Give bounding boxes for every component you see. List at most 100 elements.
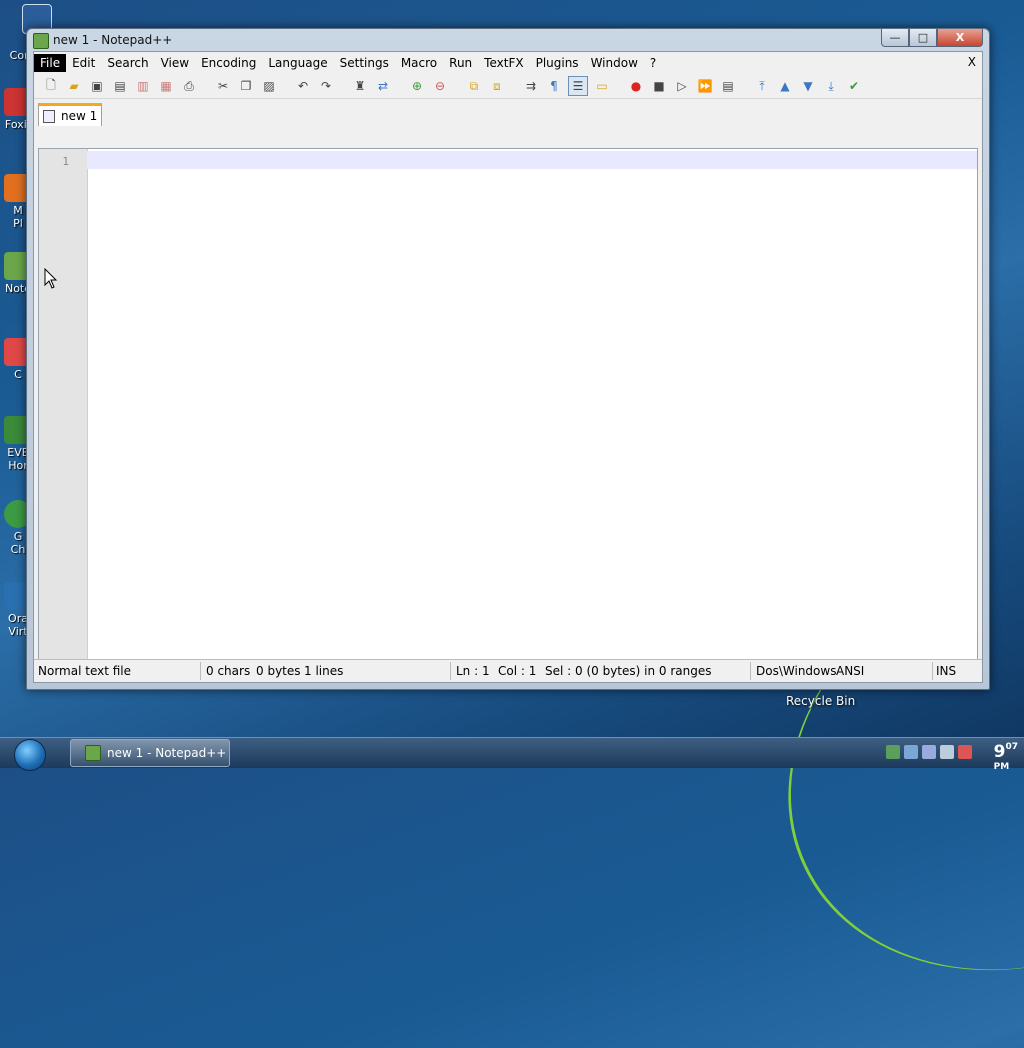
shield-icon[interactable] (958, 745, 972, 759)
sync-vertical-icon[interactable]: ⧉ (465, 77, 483, 95)
clock-minute: 07 (1005, 742, 1018, 752)
mouse-pointer-icon (44, 268, 58, 289)
toolbar-separator (616, 77, 622, 95)
line-number: 1 (62, 155, 69, 168)
indent-guide-icon[interactable]: ☰ (568, 76, 588, 96)
close-document-button[interactable]: X (968, 55, 976, 69)
find-icon[interactable]: ♜ (351, 77, 369, 95)
down-icon[interactable]: ▼ (799, 77, 817, 95)
status-bar: Normal text file 0 chars 0 bytes 1 lines… (34, 659, 982, 682)
status-eol: Dos\Windows (756, 664, 837, 678)
status-line: Ln : 1 (456, 664, 490, 678)
minimize-button[interactable]: — (881, 29, 909, 47)
copy-icon[interactable]: ❐ (237, 77, 255, 95)
record-macro-icon[interactable]: ● (627, 77, 645, 95)
menu-plugins[interactable]: Plugins (530, 54, 585, 72)
text-editor[interactable]: 1 (38, 148, 978, 670)
start-button[interactable] (14, 739, 46, 771)
menu-window[interactable]: Window (585, 54, 644, 72)
menu-file[interactable]: File (34, 54, 67, 72)
stop-record-icon[interactable]: ■ (650, 77, 668, 95)
notepad-plus-icon (85, 745, 101, 761)
save-macro-icon[interactable]: ▤ (719, 77, 737, 95)
status-mode: INS (936, 664, 957, 678)
status-file-type: Normal text file (38, 664, 132, 678)
window-controls: — □ X (881, 29, 983, 47)
top-icon[interactable]: ⤒ (753, 77, 771, 95)
clock-hour: 9 (993, 742, 1006, 762)
status-bytes: 0 bytes (256, 664, 301, 678)
clock[interactable]: 907 PM (994, 742, 1018, 782)
word-wrap-icon[interactable]: ⇉ (522, 77, 540, 95)
paste-icon[interactable]: ▨ (260, 77, 278, 95)
notepad-plus-icon[interactable] (33, 33, 49, 49)
menu-view[interactable]: View (155, 54, 195, 72)
toolbar-separator (511, 77, 517, 95)
menu-settings[interactable]: Settings (334, 54, 395, 72)
up-icon[interactable]: ▲ (776, 77, 794, 95)
status-lines: 1 lines (304, 664, 344, 678)
cut-icon[interactable]: ✂ (214, 77, 232, 95)
system-tray (882, 745, 972, 759)
spellcheck-icon[interactable]: ✔ (845, 77, 863, 95)
window-title: new 1 - Notepad++ (53, 33, 173, 47)
status-separator (450, 662, 451, 680)
toolbar-separator (203, 77, 209, 95)
save-icon[interactable]: ▣ (88, 77, 106, 95)
zoom-out-icon[interactable]: ⊖ (431, 77, 449, 95)
keyboard-icon[interactable] (940, 745, 954, 759)
menu-encoding[interactable]: Encoding (195, 54, 262, 72)
status-separator (932, 662, 933, 680)
menu-textfx[interactable]: TextFX (478, 54, 529, 72)
line-number-gutter: 1 (39, 149, 88, 669)
taskbar-item-label: new 1 - Notepad++ (107, 746, 227, 760)
menu-language[interactable]: Language (262, 54, 333, 72)
notepad-window: new 1 - Notepad++ — □ X File Edit Search… (26, 28, 990, 690)
monitor-icon[interactable] (904, 745, 918, 759)
toolbar: 🗋 ▰ ▣ ▤ ▥ ▦ ⎙ ✂ ❐ ▨ ↶ ↷ ♜ ⇄ ⊕ ⊖ ⧉ ⧈ ⇉ ¶ (34, 74, 982, 99)
tab-new-1[interactable]: new 1 (38, 103, 102, 126)
tab-label: new 1 (61, 109, 98, 123)
open-file-icon[interactable]: ▰ (65, 77, 83, 95)
redo-icon[interactable]: ↷ (317, 77, 335, 95)
new-file-icon[interactable]: 🗋 (42, 77, 60, 95)
undo-icon[interactable]: ↶ (294, 77, 312, 95)
close-button[interactable]: X (937, 29, 983, 47)
network-icon[interactable] (886, 745, 900, 759)
toolbar-separator (454, 77, 460, 95)
play-macro-icon[interactable]: ▷ (673, 77, 691, 95)
menu-run[interactable]: Run (443, 54, 478, 72)
menu-search[interactable]: Search (101, 54, 154, 72)
toolbar-separator (340, 77, 346, 95)
taskbar: new 1 - Notepad++ 907 PM (0, 737, 1024, 772)
close-all-icon[interactable]: ▦ (157, 77, 175, 95)
close-file-icon[interactable]: ▥ (134, 77, 152, 95)
toolbar-separator (742, 77, 748, 95)
doc-map-icon[interactable]: ▭ (593, 77, 611, 95)
run-macro-multiple-icon[interactable]: ⏩ (696, 77, 714, 95)
save-all-icon[interactable]: ▤ (111, 77, 129, 95)
status-col: Col : 1 (498, 664, 537, 678)
status-selection: Sel : 0 (0 bytes) in 0 ranges (545, 664, 712, 678)
show-all-chars-icon[interactable]: ¶ (545, 77, 563, 95)
current-line-highlight (87, 151, 977, 169)
status-chars: 0 chars (206, 664, 251, 678)
title-bar[interactable]: new 1 - Notepad++ — □ X (27, 29, 989, 51)
menu-edit[interactable]: Edit (66, 54, 101, 72)
clock-ampm: PM (993, 762, 1010, 772)
menu-help[interactable]: ? (644, 54, 662, 72)
bottom-icon[interactable]: ⤓ (822, 77, 840, 95)
maximize-button[interactable]: □ (909, 29, 937, 47)
taskbar-item-notepad[interactable]: new 1 - Notepad++ (70, 739, 230, 767)
skype-icon[interactable] (922, 745, 936, 759)
menu-macro[interactable]: Macro (395, 54, 443, 72)
menu-bar: File Edit Search View Encoding Language … (34, 52, 982, 74)
replace-icon[interactable]: ⇄ (374, 77, 392, 95)
print-icon[interactable]: ⎙ (180, 77, 198, 95)
document-icon (43, 109, 55, 123)
zoom-in-icon[interactable]: ⊕ (408, 77, 426, 95)
sync-horizontal-icon[interactable]: ⧈ (488, 77, 506, 95)
status-encoding: ANSI (836, 664, 865, 678)
desktop-icon-recycle-bin[interactable]: Recycle Bin (786, 694, 855, 708)
window-client: File Edit Search View Encoding Language … (33, 51, 983, 683)
